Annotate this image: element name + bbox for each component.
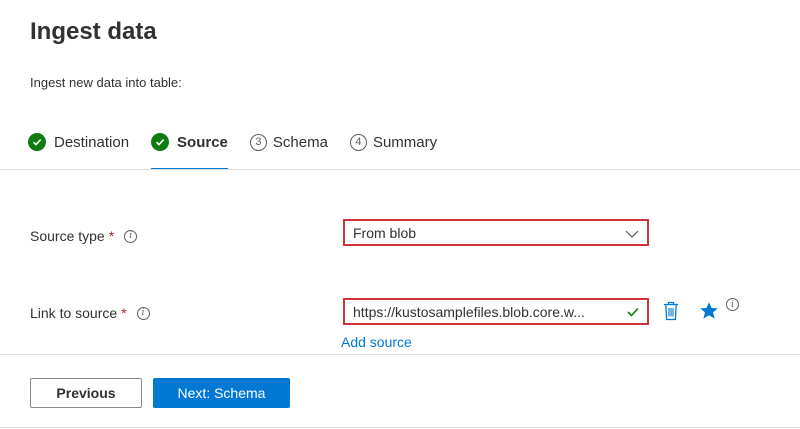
step-label: Schema [272,133,328,151]
previous-button[interactable]: Previous [30,378,142,408]
info-icon[interactable]: i [124,229,138,243]
step-number-icon: 3 [249,133,267,151]
source-type-label-text: Source type [30,228,105,244]
footer-divider [0,354,800,355]
tab-schema[interactable]: 3 Schema [249,128,328,156]
next-schema-button[interactable]: Next: Schema [153,378,290,408]
step-label: Summary [372,133,438,151]
link-to-source-label-text: Link to source [30,305,118,321]
add-source-link[interactable]: Add source [341,334,412,350]
check-circle-icon [151,133,170,151]
tab-destination[interactable]: Destination [28,128,129,156]
required-mark: * [121,305,127,321]
source-type-dropdown[interactable]: From blob [343,219,649,246]
page-title: Ingest data [30,18,157,45]
link-to-source-value: https://kustosamplefiles.blob.core.w... [353,303,585,320]
tab-source[interactable]: Source [151,128,228,170]
link-to-source-label: Link to source * i [30,305,150,321]
page-subtitle: Ingest new data into table: [30,75,182,90]
checkmark-icon [627,307,639,317]
step-label: Destination [54,133,130,151]
check-circle-icon [28,133,46,151]
step-label: Source [177,133,228,151]
source-type-label: Source type * i [30,228,138,244]
delete-icon[interactable] [662,300,680,322]
info-icon[interactable]: i [136,306,150,320]
required-mark: * [108,228,115,244]
tab-summary[interactable]: 4 Summary [349,128,438,156]
link-to-source-input[interactable]: https://kustosamplefiles.blob.core.w... [343,298,649,325]
steps-divider [0,169,800,170]
wizard-steps: Destination Source 3 Schema 4 Summary [28,128,459,170]
star-icon[interactable] [699,301,719,321]
chevron-down-icon [625,225,639,241]
info-icon[interactable]: i [726,298,739,311]
step-number-icon: 4 [349,133,367,151]
bottom-divider [0,427,800,428]
source-type-value: From blob [353,224,417,241]
